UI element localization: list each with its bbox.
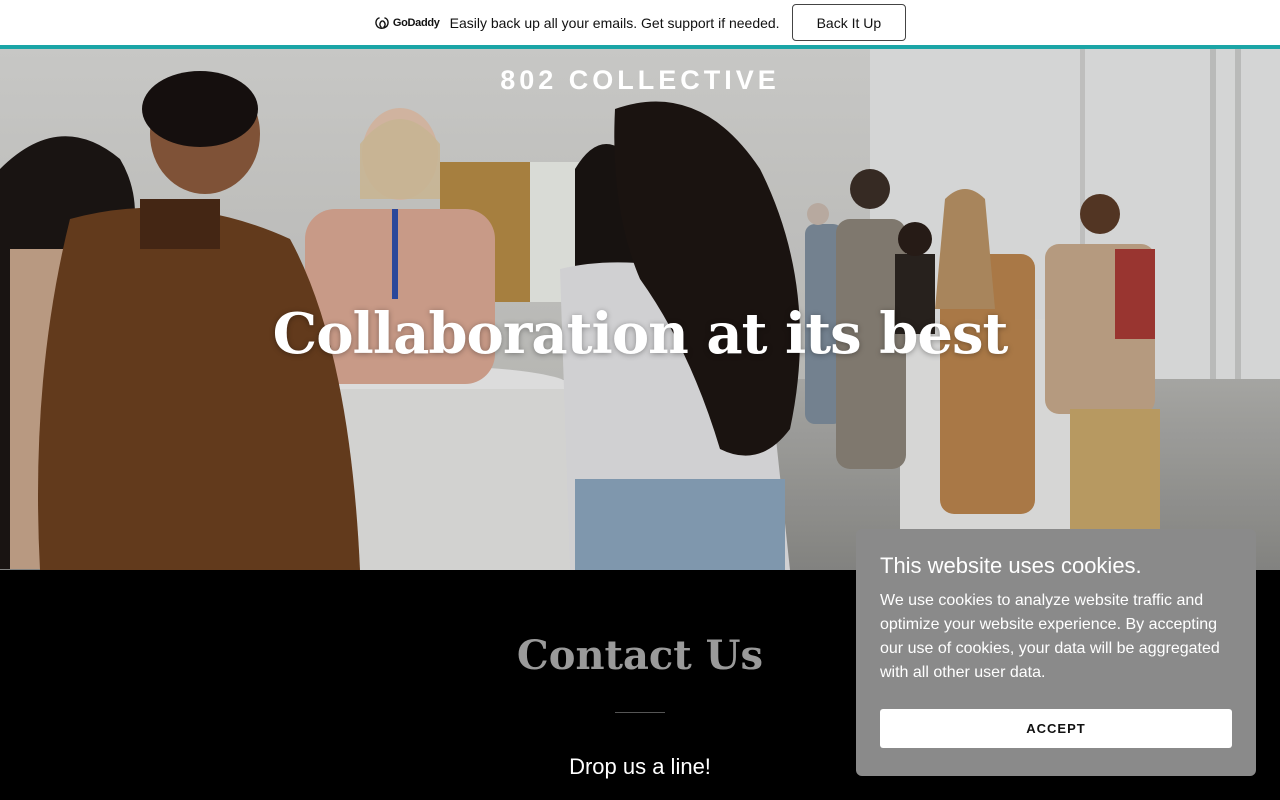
promo-bar: GoDaddy Easily back up all your emails. … (0, 0, 1280, 45)
hero-headline: Collaboration at its best (272, 301, 1009, 367)
site-brand-title[interactable]: 802 COLLECTIVE (0, 65, 1280, 96)
cookie-banner: This website uses cookies. We use cookie… (856, 529, 1256, 776)
cookie-banner-title: This website uses cookies. (880, 553, 1142, 578)
contact-divider (615, 712, 665, 713)
hero-section: 802 COLLECTIVE Collaboration at its best (0, 49, 1280, 570)
promo-content: GoDaddy Easily back up all your emails. … (374, 4, 907, 41)
godaddy-icon (375, 16, 389, 29)
cookie-banner-body: We use cookies to analyze website traffi… (880, 592, 1220, 681)
godaddy-logo-text: GoDaddy (392, 16, 440, 29)
godaddy-logo: GoDaddy (374, 16, 440, 30)
cookie-accept-button[interactable]: ACCEPT (880, 709, 1232, 748)
promo-message: Easily back up all your emails. Get supp… (449, 14, 780, 31)
back-it-up-button[interactable]: Back It Up (791, 4, 907, 41)
